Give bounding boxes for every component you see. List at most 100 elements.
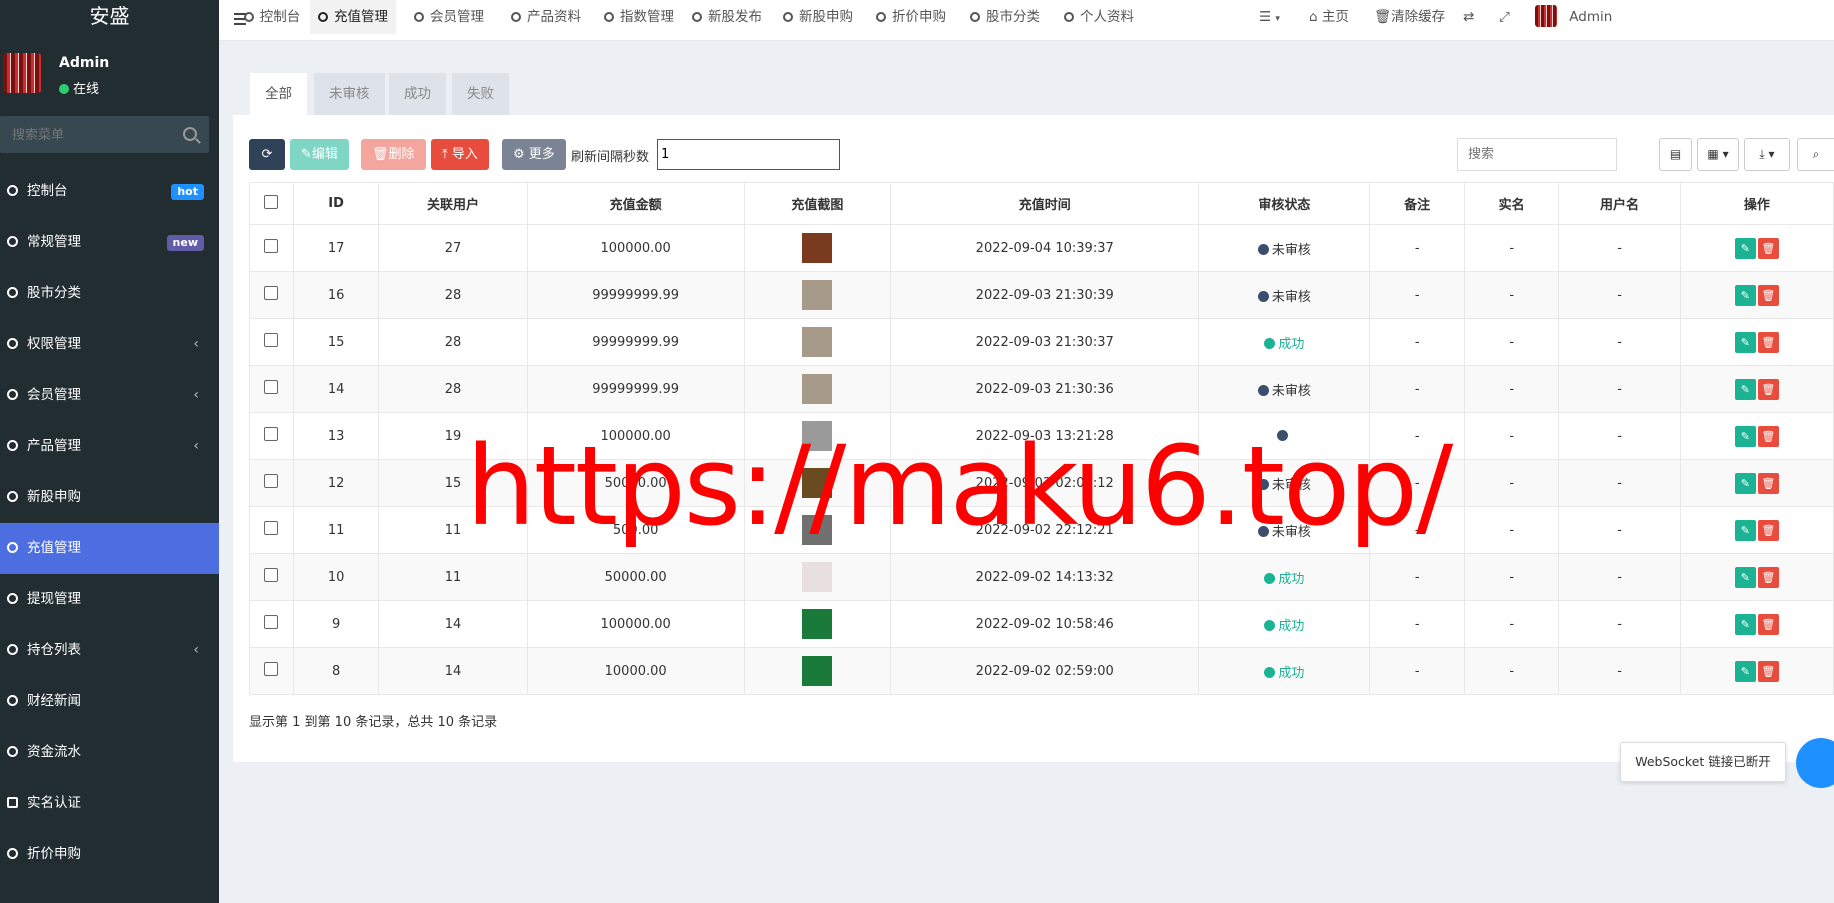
row-checkbox[interactable] (264, 474, 279, 488)
toggle-view-button[interactable]: ▤ (1659, 138, 1692, 171)
sidebar-item-9[interactable]: 持仓列表 ‹ (0, 625, 219, 676)
edit-row-button[interactable]: ✎ (1734, 378, 1756, 400)
sidebar-item-1[interactable]: 常规管理 new (0, 217, 219, 268)
sidebar-item-7[interactable]: 充值管理 (0, 523, 219, 574)
table-row[interactable]: 16 28 99999999.99 2022-09-03 21:30:39 未审核 - - -… (249, 271, 1834, 319)
edit-row-button[interactable]: ✎ (1734, 284, 1756, 306)
row-checkbox[interactable] (264, 333, 279, 347)
top-tab-9[interactable]: 个人资料 (1056, 0, 1142, 34)
edit-row-button[interactable]: ✎ (1734, 472, 1756, 494)
col-realname[interactable]: 实名 (1463, 182, 1560, 225)
table-row[interactable]: 15 28 99999999.99 2022-09-03 21:30:37 成功 - - - ✎… (249, 318, 1834, 366)
tab-success[interactable]: 成功 (389, 73, 446, 115)
delete-row-button[interactable]: 🗑 (1757, 378, 1779, 400)
screenshot-thumbnail[interactable] (802, 609, 833, 639)
refresh-interval-input[interactable] (657, 139, 840, 170)
edit-row-button[interactable]: ✎ (1734, 425, 1756, 447)
row-checkbox[interactable] (264, 427, 279, 441)
top-tab-5[interactable]: 新股发布 (685, 0, 769, 34)
top-tab-7[interactable]: 折价申购 (868, 0, 954, 34)
delete-row-button[interactable]: 🗑 (1757, 660, 1779, 682)
table-row[interactable]: 10 11 50000.00 2022-09-02 14:13:32 成功 - - - ✎ 🗑 (249, 553, 1834, 601)
edit-row-button[interactable]: ✎ (1734, 566, 1756, 588)
screenshot-thumbnail[interactable] (802, 280, 833, 310)
more-button[interactable]: ⚙ 更多 (502, 139, 566, 170)
delete-row-button[interactable]: 🗑 (1757, 566, 1779, 588)
edit-row-button[interactable]: ✎ (1734, 660, 1756, 682)
top-tab-0[interactable]: 控制台 (239, 0, 305, 34)
refresh-button[interactable]: ⟳ (249, 139, 285, 170)
screenshot-thumbnail[interactable] (802, 374, 833, 404)
screenshot-thumbnail[interactable] (802, 327, 833, 357)
top-tab-3[interactable]: 产品资料 (502, 0, 590, 34)
sidebar-item-11[interactable]: 资金流水 (0, 727, 219, 778)
col-screenshot[interactable]: 充值截图 (743, 182, 892, 225)
col-status[interactable]: 审核状态 (1198, 182, 1371, 225)
screenshot-thumbnail[interactable] (802, 562, 833, 592)
col-username[interactable]: 用户名 (1558, 182, 1681, 225)
admin-menu[interactable]: Admin (1535, 0, 1612, 34)
sidebar-item-3[interactable]: 权限管理 ‹ (0, 319, 219, 370)
tab-all[interactable]: 全部 (250, 73, 307, 115)
col-id[interactable]: ID (292, 182, 380, 225)
select-all-checkbox[interactable] (264, 194, 279, 209)
tab-failed[interactable]: 失败 (452, 73, 509, 115)
advanced-search-button[interactable]: ⌕ (1797, 138, 1834, 171)
table-row[interactable]: 17 27 100000.00 2022-09-04 10:39:37 未审核 - - - ✎ 🗑 (249, 224, 1834, 272)
sidebar-item-8[interactable]: 提现管理 (0, 574, 219, 625)
clear-cache-button[interactable]: 🗑清除缓存 (1374, 0, 1445, 34)
settings-dropdown[interactable]: ☰ ▾ (1259, 0, 1280, 34)
sidebar-item-0[interactable]: 控制台 hot (0, 166, 219, 217)
edit-row-button[interactable]: ✎ (1734, 331, 1756, 353)
top-tab-2[interactable]: 会员管理 (405, 0, 493, 34)
row-checkbox[interactable] (264, 286, 279, 300)
app-brand[interactable]: 安盛 (0, 0, 219, 33)
table-row[interactable]: 14 28 99999999.99 2022-09-03 21:30:36 未审核 - - -… (249, 365, 1834, 413)
delete-row-button[interactable]: 🗑 (1757, 331, 1779, 353)
sidebar-item-12[interactable]: 实名认证 (0, 778, 219, 829)
row-checkbox[interactable] (264, 662, 279, 676)
sidebar-item-4[interactable]: 会员管理 ‹ (0, 370, 219, 421)
screenshot-thumbnail[interactable] (802, 233, 833, 263)
menu-search-input[interactable] (0, 116, 184, 155)
delete-button[interactable]: 🗑删除 (361, 139, 426, 170)
delete-row-button[interactable]: 🗑 (1757, 284, 1779, 306)
delete-row-button[interactable]: 🗑 (1757, 613, 1779, 635)
tab-pending[interactable]: 未审核 (314, 73, 385, 115)
edit-button[interactable]: ✎编辑 (290, 139, 349, 170)
col-note[interactable]: 备注 (1369, 182, 1465, 225)
col-user[interactable]: 关联用户 (378, 182, 528, 225)
sidebar-item-10[interactable]: 财经新闻 (0, 676, 219, 727)
row-checkbox[interactable] (264, 615, 279, 629)
sidebar-item-6[interactable]: 新股申购 (0, 472, 219, 523)
export-button[interactable]: ⤓ ▾ (1744, 138, 1790, 171)
row-checkbox[interactable] (264, 239, 279, 253)
top-tab-6[interactable]: 新股申购 (777, 0, 859, 34)
table-row[interactable]: 8 14 10000.00 2022-09-02 02:59:00 成功 - - - ✎ 🗑 (249, 647, 1834, 695)
col-time[interactable]: 充值时间 (889, 182, 1200, 225)
chat-bubble-icon[interactable] (1796, 738, 1834, 788)
sidebar-item-5[interactable]: 产品管理 ‹ (0, 421, 219, 472)
delete-row-button[interactable]: 🗑 (1757, 472, 1779, 494)
col-amount[interactable]: 充值金额 (526, 182, 745, 225)
top-tab-1[interactable]: 充值管理 (310, 0, 396, 34)
delete-row-button[interactable]: 🗑 (1757, 237, 1779, 259)
columns-button[interactable]: ▦ ▾ (1697, 138, 1739, 171)
row-checkbox[interactable] (264, 521, 279, 535)
edit-row-button[interactable]: ✎ (1734, 519, 1756, 541)
import-button[interactable]: ⤒ 导入 (431, 139, 489, 170)
delete-row-button[interactable]: 🗑 (1757, 519, 1779, 541)
sidebar-item-2[interactable]: 股市分类 (0, 268, 219, 319)
top-tab-4[interactable]: 指数管理 (599, 0, 679, 34)
edit-row-button[interactable]: ✎ (1734, 237, 1756, 259)
row-checkbox[interactable] (264, 380, 279, 394)
screenshot-thumbnail[interactable] (802, 656, 833, 686)
delete-row-button[interactable]: 🗑 (1757, 425, 1779, 447)
fullscreen-icon[interactable]: ⤢ (1499, 0, 1510, 34)
sidebar-item-13[interactable]: 折价申购 (0, 829, 219, 880)
top-tab-8[interactable]: 股市分类 (962, 0, 1048, 34)
row-checkbox[interactable] (264, 568, 279, 582)
home-link[interactable]: ⌂ 主页 (1309, 0, 1349, 34)
edit-row-button[interactable]: ✎ (1734, 613, 1756, 635)
search-icon[interactable] (183, 127, 197, 141)
